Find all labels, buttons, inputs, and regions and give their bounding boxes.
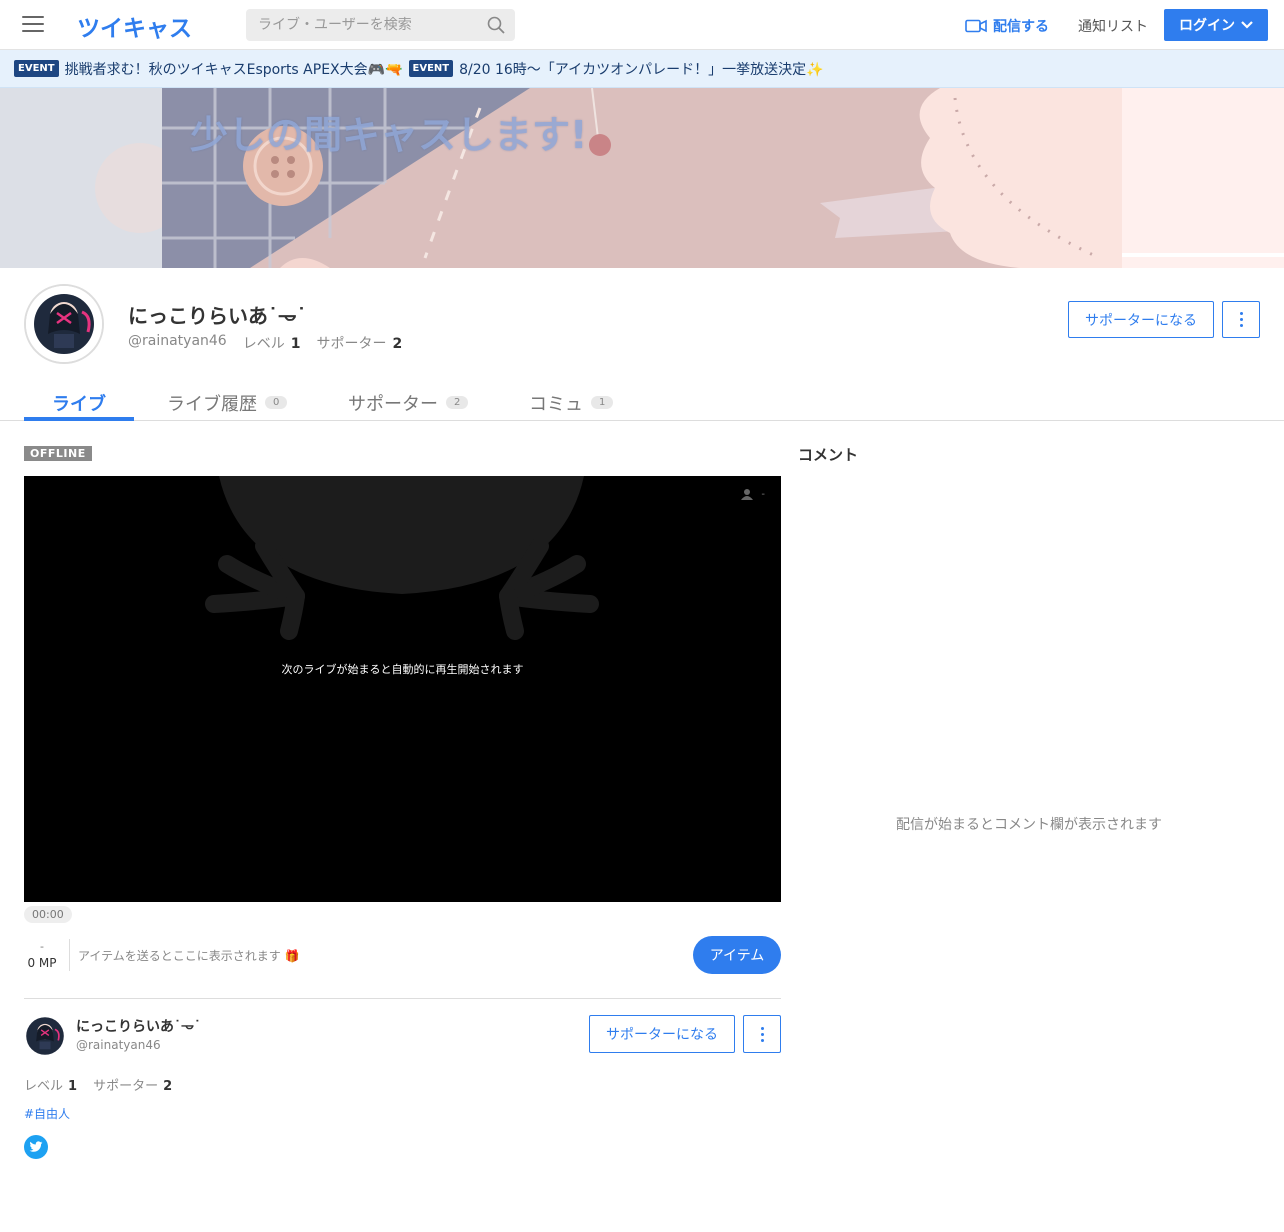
comments-title: コメント [798,446,859,464]
profile-level: レベル 1 [242,336,301,352]
more-vertical-icon [1239,312,1243,327]
banner-title: 少しの間キャスします! [190,113,588,157]
item-button[interactable]: アイテム [693,936,781,974]
notify-list-link[interactable]: 通知リスト [1078,16,1148,36]
tab-count-badge: 1 [591,396,614,409]
tab-count-badge: 0 [265,396,288,409]
event-bar: EVENT 挑戦者求む！秋のツイキャスEsports APEX大会🎮🔫 EVEN… [0,50,1284,88]
card-supporters: サポーター 2 [93,1079,173,1094]
divider [24,998,781,999]
search-icon[interactable] [487,16,505,34]
profile-supporters: サポーター 2 [316,336,403,352]
event-text: 8/20 16時〜「アイカツオンパレード！」一挙放送決定✨ [459,61,824,78]
person-icon [741,489,754,500]
card-name: にっこりらいあ˙𐃷˙ [76,1019,201,1035]
avatar[interactable] [24,284,104,364]
chevron-down-icon [1241,21,1253,29]
more-vertical-icon [760,1026,764,1042]
broadcast-button[interactable]: 配信する [965,16,1049,36]
event-text: 挑戦者求む！秋のツイキャスEsports APEX大会🎮🔫 [64,61,403,78]
offline-mascot-graphic [205,476,599,640]
search-input[interactable] [246,9,474,41]
tab-live-history[interactable]: ライブ履歴 0 [167,384,288,421]
more-options-button[interactable] [743,1015,781,1053]
event-item[interactable]: EVENT 8/20 16時〜「アイカツオンパレード！」一挙放送決定✨ [408,59,824,79]
event-item[interactable]: EVENT 挑戦者求む！秋のツイキャスEsports APEX大会🎮🔫 [14,59,403,79]
search-box [246,9,515,41]
site-logo[interactable]: ツイキャス [77,9,192,43]
profile-tabs: ライブ ライブ履歴 0 サポーター 2 コミュ 1 [0,380,1284,421]
card-meta: レベル 1 サポーター 2 [24,1075,172,1094]
tab-supporters[interactable]: サポーター 2 [348,384,469,421]
broadcast-label: 配信する [993,19,1049,35]
profile-meta: @rainatyan46 レベル 1 サポーター 2 [128,333,402,353]
video-player[interactable]: - 次のライブが始まると自動的に再生開始されます [24,476,781,902]
card-id: @rainatyan46 [76,1038,161,1052]
active-tab-indicator [24,417,134,421]
player-message: 次のライブが始まると自動的に再生開始されます [281,663,524,676]
profile-name: にっこりらいあ˙𐃷˙ [128,304,307,328]
event-tag: EVENT [408,60,454,77]
card-level: レベル 1 [24,1079,78,1094]
become-supporter-button[interactable]: サポーターになる [1068,301,1214,338]
event-tag: EVENT [14,60,59,77]
divider [69,939,70,971]
video-camera-icon [965,19,987,33]
item-placeholder: アイテムを送るとここに表示されます 🎁 [78,949,300,963]
elapsed-time: 00:00 [24,906,72,923]
tab-community[interactable]: コミュ 1 [529,384,614,421]
login-button[interactable]: ログイン [1164,9,1268,41]
tab-live[interactable]: ライブ [52,384,106,421]
mp-counter: - 0 MP [27,940,57,970]
login-label: ログイン [1179,18,1235,34]
tab-count-badge: 2 [446,396,469,409]
twitter-icon[interactable] [24,1135,48,1159]
hashtag-link[interactable]: #自由人 [24,1105,70,1122]
profile-id: @rainatyan46 [128,333,227,349]
top-header: ツイキャス 配信する 通知リスト ログイン [0,0,1284,50]
become-supporter-button[interactable]: サポーターになる [589,1015,735,1053]
hamburger-menu-icon[interactable] [22,16,44,34]
offline-badge: OFFLINE [24,446,92,461]
avatar[interactable] [24,1015,66,1057]
comments-empty-message: 配信が始まるとコメント欄が表示されます [896,817,1162,833]
more-options-button[interactable] [1222,301,1260,338]
viewer-count: - [741,488,765,500]
